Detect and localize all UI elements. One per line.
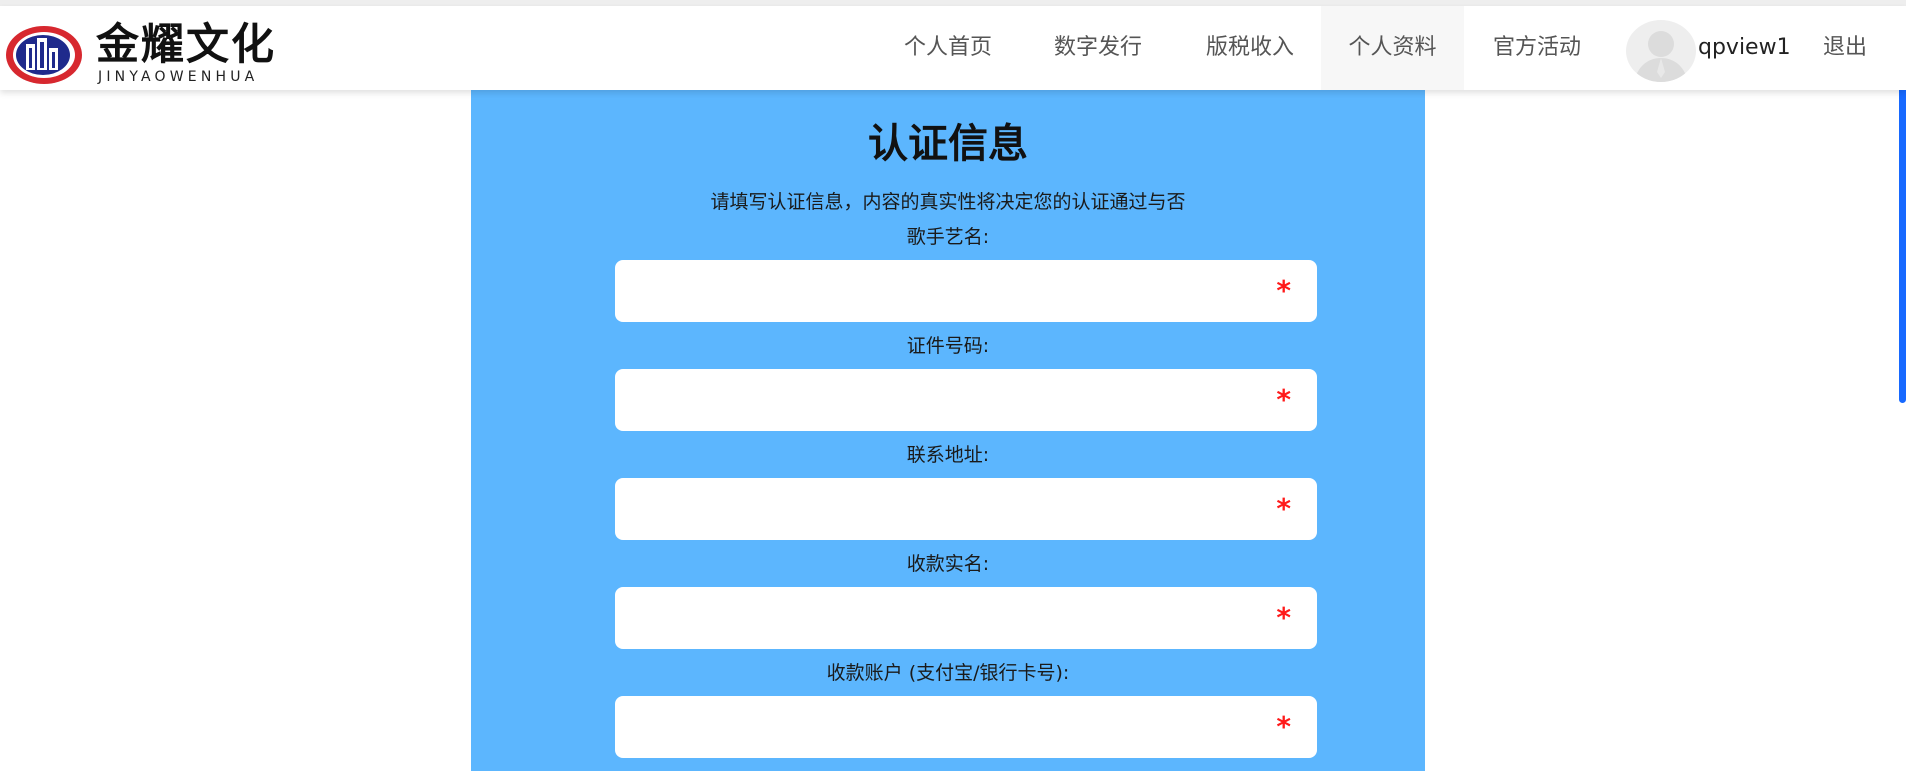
payee-account-field[interactable]: *	[615, 696, 1317, 760]
payee-account-input[interactable]	[631, 696, 1255, 760]
scrollbar-thumb[interactable]	[1899, 78, 1906, 403]
nav-royalty-income[interactable]: 版税收入	[1186, 6, 1314, 90]
avatar[interactable]	[1626, 20, 1696, 82]
nav-official-events[interactable]: 官方活动	[1473, 6, 1601, 90]
field-label-payee-account: 收款账户 (支付宝/银行卡号):	[826, 662, 1070, 684]
field-label-payee-name: 收款实名:	[906, 553, 990, 575]
stage-name-field[interactable]: *	[615, 260, 1317, 324]
field-label-id-number: 证件号码:	[906, 335, 990, 357]
address-input[interactable]	[631, 478, 1255, 542]
nav-home[interactable]: 个人首页	[884, 6, 1012, 90]
required-marker: *	[1276, 601, 1291, 634]
form-title: 认证信息	[868, 121, 1028, 167]
required-marker: *	[1276, 492, 1291, 525]
user-avatar-icon	[1634, 31, 1688, 82]
payee-name-field[interactable]: *	[615, 587, 1317, 651]
required-marker: *	[1276, 710, 1291, 743]
id-number-input[interactable]	[631, 369, 1255, 433]
required-marker: *	[1276, 383, 1291, 416]
field-label-stage-name: 歌手艺名:	[906, 226, 990, 248]
stage-name-input[interactable]	[631, 260, 1255, 324]
logo-subtitle: JINYAOWENHUA	[98, 69, 259, 85]
nav-profile[interactable]: 个人资料	[1321, 6, 1464, 90]
company-logo-icon[interactable]	[4, 24, 84, 86]
username[interactable]: qpview1	[1698, 6, 1791, 90]
payee-name-input[interactable]	[631, 587, 1255, 651]
field-label-address: 联系地址:	[906, 444, 990, 466]
logo-title: 金耀文化	[96, 20, 276, 70]
logout-link[interactable]: 退出	[1823, 6, 1867, 90]
id-number-field[interactable]: *	[615, 369, 1317, 433]
form-subtitle: 请填写认证信息，内容的真实性将决定您的认证通过与否	[710, 191, 1186, 213]
nav-digital-release[interactable]: 数字发行	[1034, 6, 1162, 90]
address-field[interactable]: *	[615, 478, 1317, 542]
required-marker: *	[1276, 274, 1291, 307]
